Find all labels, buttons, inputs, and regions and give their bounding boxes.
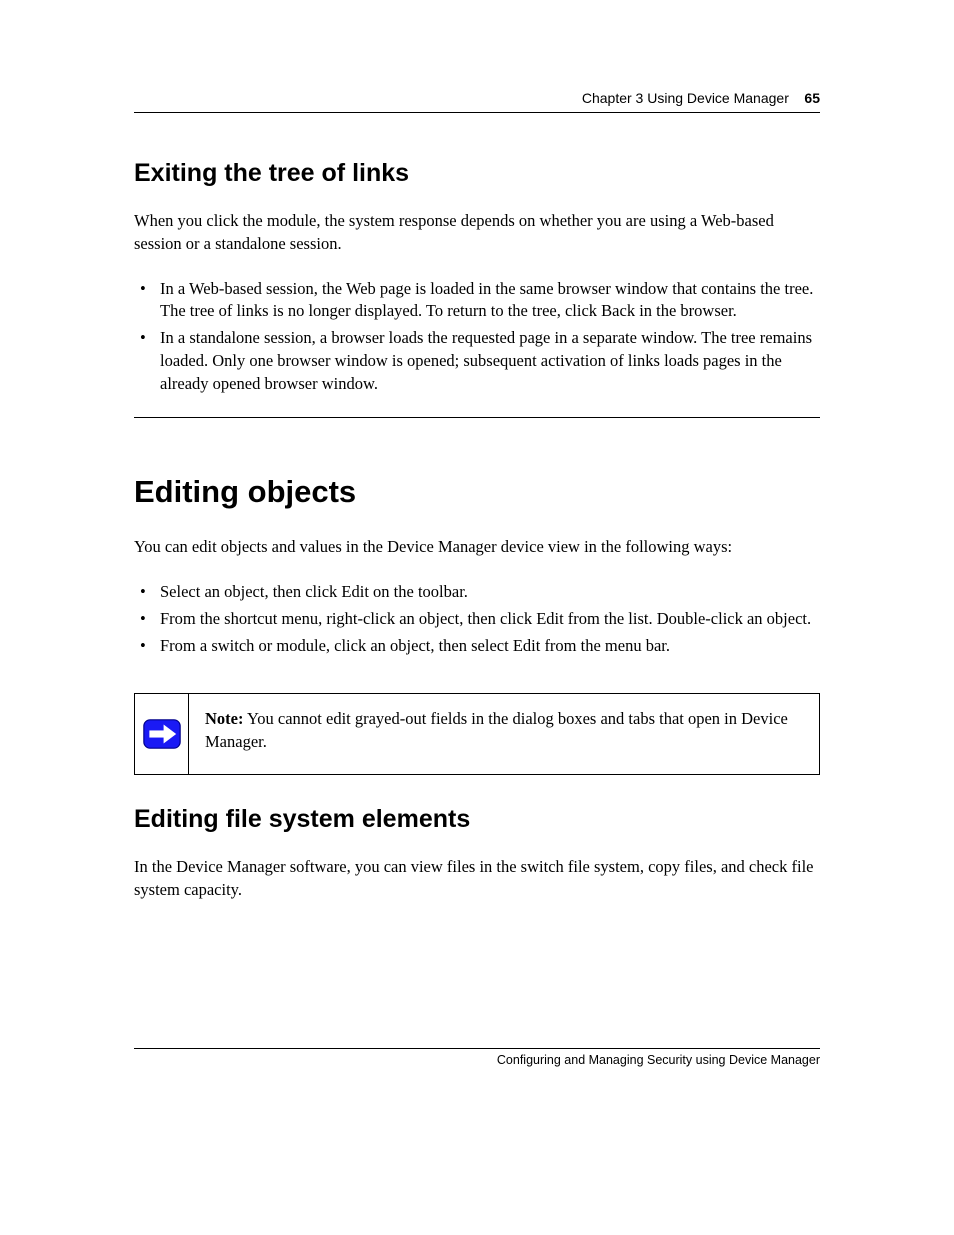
section2-paragraph: You can edit objects and values in the D… [134, 536, 820, 559]
section-heading-editing-files: Editing file system elements [134, 805, 820, 834]
section3-paragraph: In the Device Manager software, you can … [134, 856, 820, 902]
note-label: Note: [205, 709, 243, 728]
note-text: Note: You cannot edit grayed-out fields … [189, 694, 819, 774]
header-chapter: Chapter 3 [582, 90, 643, 106]
section-divider-1 [134, 417, 820, 418]
running-header: Chapter 3 Using Device Manager 65 [134, 90, 820, 106]
section-heading-editing-objects: Editing objects [134, 474, 820, 510]
footer-text: Configuring and Managing Security using … [134, 1053, 820, 1067]
note-box: Note: You cannot edit grayed-out fields … [134, 693, 820, 775]
section1-bullet-1: In a Web-based session, the Web page is … [134, 278, 820, 324]
note-icon-cell [135, 694, 189, 774]
section2-bullets: Select an object, then click Edit on the… [134, 581, 820, 657]
section1-bullets: In a Web-based session, the Web page is … [134, 278, 820, 396]
arrow-right-icon [143, 719, 181, 749]
header-rule [134, 112, 820, 113]
header-page-number: 65 [804, 90, 820, 106]
page-footer: Configuring and Managing Security using … [134, 1018, 820, 1067]
section2-bullet-2: From the shortcut menu, right-click an o… [134, 608, 820, 631]
section2-bullet-1: Select an object, then click Edit on the… [134, 581, 820, 604]
section-heading-exiting: Exiting the tree of links [134, 159, 820, 188]
header-title: Using Device Manager [647, 90, 789, 106]
section1-paragraph: When you click the module, the system re… [134, 210, 820, 256]
note-body: You cannot edit grayed-out fields in the… [205, 709, 788, 751]
footer-rule [134, 1048, 820, 1049]
section2-bullet-3: From a switch or module, click an object… [134, 635, 820, 658]
section1-bullet-2: In a standalone session, a browser loads… [134, 327, 820, 395]
